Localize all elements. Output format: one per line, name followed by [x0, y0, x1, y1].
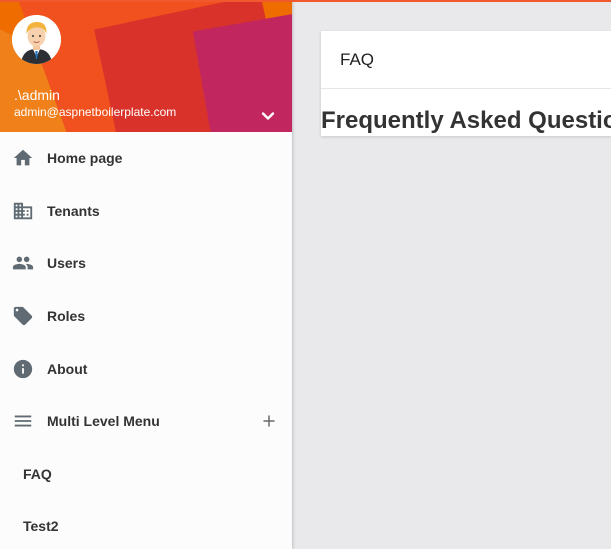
sidebar-subitem-faq[interactable]: FAQ — [0, 448, 292, 501]
business-icon — [12, 200, 34, 222]
sidebar-item-label: Home page — [47, 150, 123, 167]
sidebar-item-label: Multi Level Menu — [47, 413, 160, 430]
avatar — [12, 15, 61, 64]
sidebar-item-label: About — [47, 360, 88, 377]
home-icon — [12, 147, 34, 169]
sidebar-item-multi-level-menu[interactable]: Multi Level Menu — [0, 395, 292, 448]
top-accent-bar — [0, 0, 611, 2]
user-email: admin@aspnetboilerplate.com — [14, 105, 177, 119]
chevron-down-icon[interactable] — [258, 106, 278, 126]
plus-icon[interactable] — [261, 413, 277, 429]
sidebar-item-roles[interactable]: Roles — [0, 290, 292, 343]
sidebar-item-about[interactable]: About — [0, 342, 292, 395]
page-heading: Frequently Asked Question — [321, 107, 611, 134]
faq-card: FAQ Frequently Asked Question — [321, 31, 611, 136]
user-info-panel: .\admin admin@aspnetboilerplate.com — [0, 0, 292, 132]
sidebar-subitem-label: Test2 — [23, 518, 59, 535]
card-title: FAQ — [340, 50, 375, 69]
sidebar-menu: Home page Tenants Users Roles About Mult… — [0, 132, 292, 549]
sidebar-item-label: Roles — [47, 308, 86, 325]
sidebar-item-home-page[interactable]: Home page — [0, 132, 292, 185]
sidebar-subitem-test2[interactable]: Test2 — [0, 500, 292, 549]
tag-icon — [12, 305, 34, 327]
info-icon — [12, 358, 34, 380]
card-header: FAQ — [321, 31, 611, 89]
people-icon — [12, 252, 34, 274]
sidebar-item-label: Users — [47, 255, 86, 272]
user-name: .\admin — [14, 87, 60, 103]
sidebar-item-tenants[interactable]: Tenants — [0, 185, 292, 238]
sidebar-item-label: Tenants — [47, 202, 100, 219]
sidebar-item-users[interactable]: Users — [0, 237, 292, 290]
menu-icon — [12, 410, 34, 432]
sidebar-subitem-label: FAQ — [23, 465, 52, 482]
sidebar: .\admin admin@aspnetboilerplate.com Home… — [0, 0, 292, 549]
